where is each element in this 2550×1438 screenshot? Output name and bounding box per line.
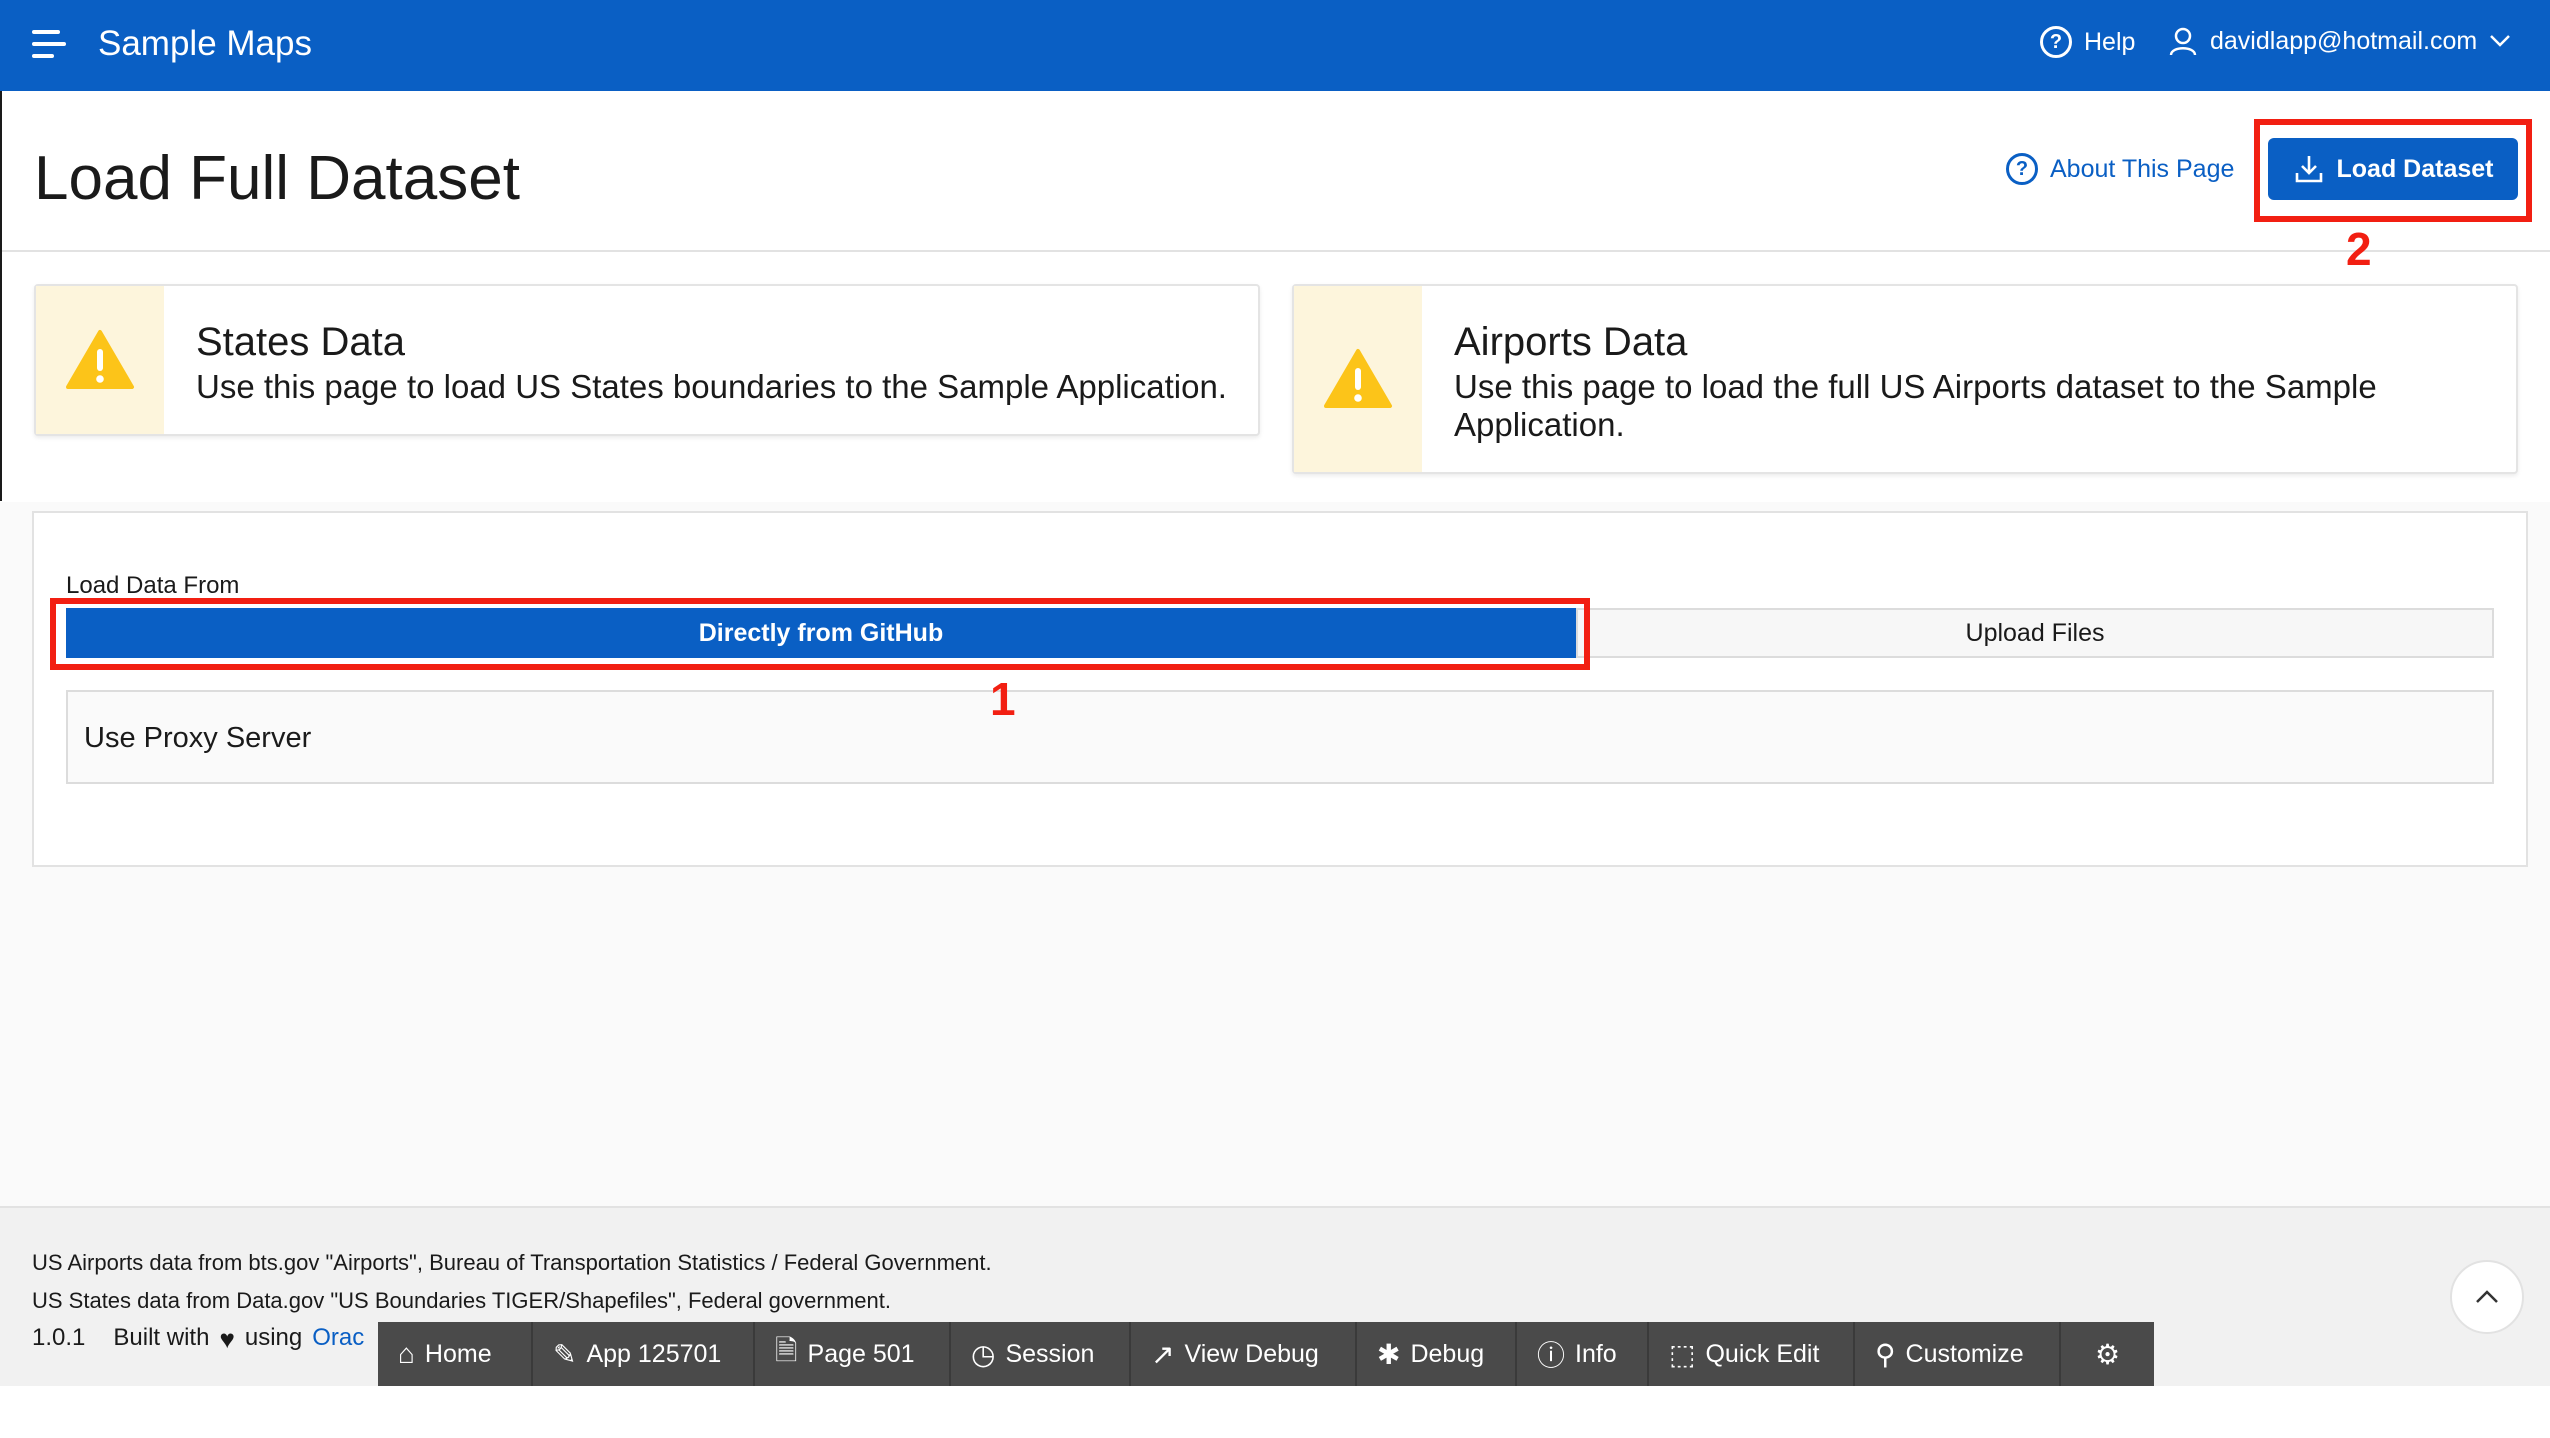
app-title[interactable]: Sample Maps — [98, 24, 312, 64]
devbar-info-label: Info — [1575, 1339, 1617, 1368]
user-icon — [2169, 27, 2197, 56]
built-with-text: Built with — [113, 1324, 210, 1351]
session-icon: ◷ — [971, 1338, 996, 1370]
warning-icon-panel — [1294, 286, 1422, 472]
devbar-session-label: Session — [1005, 1339, 1095, 1368]
devbar-view-debug-label: View Debug — [1184, 1339, 1319, 1368]
states-card-body: Use this page to load US States boundari… — [196, 368, 1227, 405]
states-attribution: US States data from Data.gov "US Boundar… — [32, 1288, 891, 1313]
heart-icon: ♥ — [219, 1324, 235, 1354]
using-text: using — [244, 1324, 303, 1351]
help-circle-icon: ? — [2006, 153, 2038, 185]
devbar-info[interactable]: ⓘ Info — [1517, 1322, 1649, 1386]
page-icon: 🗎 — [775, 1335, 798, 1366]
load-data-from-label: Load Data From — [66, 572, 240, 599]
gear-icon: ⚙ — [2094, 1338, 2121, 1370]
load-data-region — [32, 511, 2528, 867]
devbar-customize-label: Customize — [1905, 1339, 2024, 1368]
about-link-label: About This Page — [2050, 154, 2235, 183]
devbar-home-label: Home — [424, 1339, 492, 1368]
devbar-page[interactable]: 🗎 Page 501 — [755, 1322, 951, 1386]
devbar-debug-label: Debug — [1410, 1339, 1485, 1368]
warning-icon-panel — [36, 286, 164, 434]
external-link-icon: ↗ — [1151, 1338, 1175, 1370]
help-label: Help — [2084, 27, 2136, 56]
bug-icon: ✱ — [1377, 1338, 1401, 1370]
warning-icon — [66, 330, 134, 389]
edit-icon: ✎ — [553, 1338, 577, 1370]
airports-data-card: Airports Data Use this page to load the … — [1292, 284, 2518, 474]
home-icon: ⌂ — [398, 1338, 415, 1369]
devbar-app-label: App 125701 — [586, 1339, 722, 1368]
built-with-line: 1.0.1 Built with ♥ using Orac — [32, 1324, 364, 1355]
upload-files-option[interactable]: Upload Files — [1576, 608, 2494, 658]
airports-card-title: Airports Data — [1454, 320, 1688, 364]
oracle-apex-link[interactable]: Orac — [312, 1324, 364, 1355]
about-this-page-link[interactable]: ? About This Page — [2006, 153, 2234, 185]
hamburger-menu-icon[interactable] — [32, 30, 66, 58]
warning-icon — [1324, 349, 1392, 408]
paint-roller-icon: ⚲ — [1875, 1338, 1896, 1370]
devbar-quick-edit-label: Quick Edit — [1705, 1339, 1820, 1368]
devbar-app[interactable]: ✎ App 125701 — [533, 1322, 755, 1386]
user-email: davidlapp@hotmail.com — [2210, 26, 2478, 55]
page-title: Load Full Dataset — [34, 144, 520, 213]
page-header: Load Full Dataset ? About This Page Load… — [0, 91, 2550, 252]
scroll-to-top-button[interactable] — [2450, 1260, 2524, 1334]
user-menu[interactable]: davidlapp@hotmail.com — [2168, 26, 2511, 56]
app-version: 1.0.1 — [32, 1324, 86, 1351]
devbar-settings[interactable]: ⚙ — [2061, 1322, 2154, 1386]
devbar-view-debug[interactable]: ↗ View Debug — [1131, 1322, 1357, 1386]
quick-edit-icon: ⬚ — [1669, 1338, 1696, 1370]
annotation-box-1 — [50, 598, 1590, 670]
help-link[interactable]: ? Help — [2040, 26, 2135, 58]
devbar-customize[interactable]: ⚲ Customize — [1855, 1322, 2061, 1386]
devbar-session[interactable]: ◷ Session — [951, 1322, 1131, 1386]
devbar-debug[interactable]: ✱ Debug — [1357, 1322, 1517, 1386]
devbar-page-label: Page 501 — [807, 1339, 915, 1368]
devbar-home[interactable]: ⌂ Home — [378, 1322, 533, 1386]
airports-attribution: US Airports data from bts.gov "Airports"… — [32, 1250, 992, 1275]
info-icon: ⓘ — [1537, 1340, 1566, 1371]
airports-card-body: Use this page to load the full US Airpor… — [1454, 368, 2377, 443]
developer-toolbar: ⌂ Home ✎ App 125701 🗎 Page 501 ◷ Session ↗ Vi… — [378, 1322, 2154, 1386]
annotation-marker-2: 2 — [2346, 223, 2372, 275]
states-card-title: States Data — [196, 320, 406, 364]
states-data-card: States Data Use this page to load US Sta… — [34, 284, 1260, 436]
annotation-box-2 — [2254, 119, 2532, 222]
annotation-marker-1: 1 — [990, 673, 1016, 725]
help-icon: ? — [2040, 26, 2072, 58]
devbar-quick-edit[interactable]: ⬚ Quick Edit — [1649, 1322, 1855, 1386]
use-proxy-server-field[interactable]: Use Proxy Server — [66, 690, 2494, 784]
chevron-up-icon — [2476, 1290, 2498, 1303]
chevron-down-icon — [2490, 35, 2511, 47]
left-border-line — [0, 91, 2, 501]
top-navigation-bar: Sample Maps ? Help davidlapp@hotmail.com — [0, 0, 2550, 91]
use-proxy-server-label: Use Proxy Server — [84, 722, 312, 754]
